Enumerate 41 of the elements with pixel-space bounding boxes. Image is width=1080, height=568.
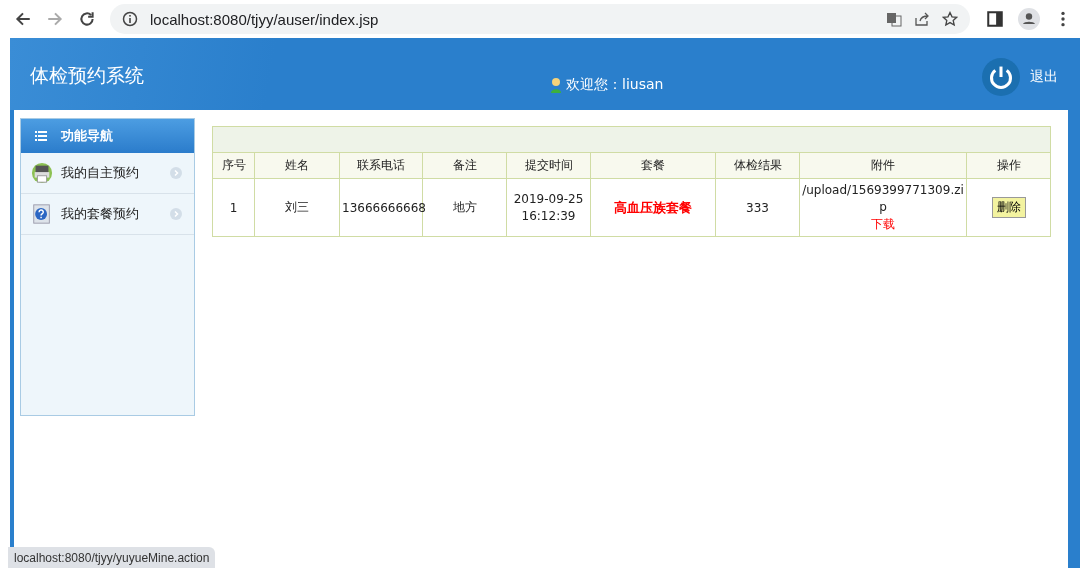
column-header: 体检结果: [715, 152, 800, 179]
profile-icon[interactable]: [1018, 8, 1040, 30]
share-icon[interactable]: [914, 11, 930, 27]
printer-icon: [31, 162, 53, 184]
column-header: 备注: [422, 152, 507, 179]
table-cell: 高血压族套餐: [590, 178, 716, 237]
file-path: /upload/1569399771309.zip: [802, 182, 964, 216]
sidebar-title: 功能导航: [61, 127, 113, 145]
star-icon[interactable]: [942, 11, 958, 27]
column-header: 序号: [212, 152, 255, 179]
column-header: 套餐: [590, 152, 716, 179]
back-icon[interactable]: [14, 10, 32, 28]
help-icon: [31, 203, 53, 225]
table-cell: 1: [212, 178, 255, 237]
table-cell: 333: [715, 178, 800, 237]
delete-button[interactable]: 删除: [991, 197, 1026, 218]
table-cell: 刘三: [254, 178, 340, 237]
chevron-icon: [170, 167, 182, 179]
logout-link[interactable]: 退出: [1030, 68, 1058, 86]
table-cell: 13666666668: [339, 178, 423, 237]
list-icon: [35, 131, 47, 141]
nav-item[interactable]: 我的自主预约: [21, 153, 194, 194]
translate-icon[interactable]: [886, 11, 902, 27]
column-header: 姓名: [254, 152, 340, 179]
column-header: 提交时间: [506, 152, 591, 179]
side-panel-icon[interactable]: [986, 10, 1004, 28]
welcome-text: 欢迎您：liusan: [566, 76, 664, 94]
chevron-icon: [170, 208, 182, 220]
table-cell: 2019-09-25 16:12:39: [506, 178, 591, 237]
nav-item[interactable]: 我的套餐预约: [21, 194, 194, 235]
power-icon[interactable]: [982, 58, 1020, 96]
info-icon: [122, 11, 138, 27]
site-title: 体检预约系统: [30, 63, 145, 88]
column-header: 联系电话: [339, 152, 423, 179]
reload-icon[interactable]: [78, 10, 96, 28]
status-url: localhost:8080/tjyy/yuyueMine.action: [8, 547, 216, 568]
address-bar[interactable]: localhost:8080/tjyy/auser/index.jsp: [110, 4, 970, 34]
download-link[interactable]: 下载: [871, 216, 895, 233]
column-header: 操作: [966, 152, 1051, 179]
user-icon: [550, 77, 562, 93]
column-header: 附件: [799, 152, 967, 179]
